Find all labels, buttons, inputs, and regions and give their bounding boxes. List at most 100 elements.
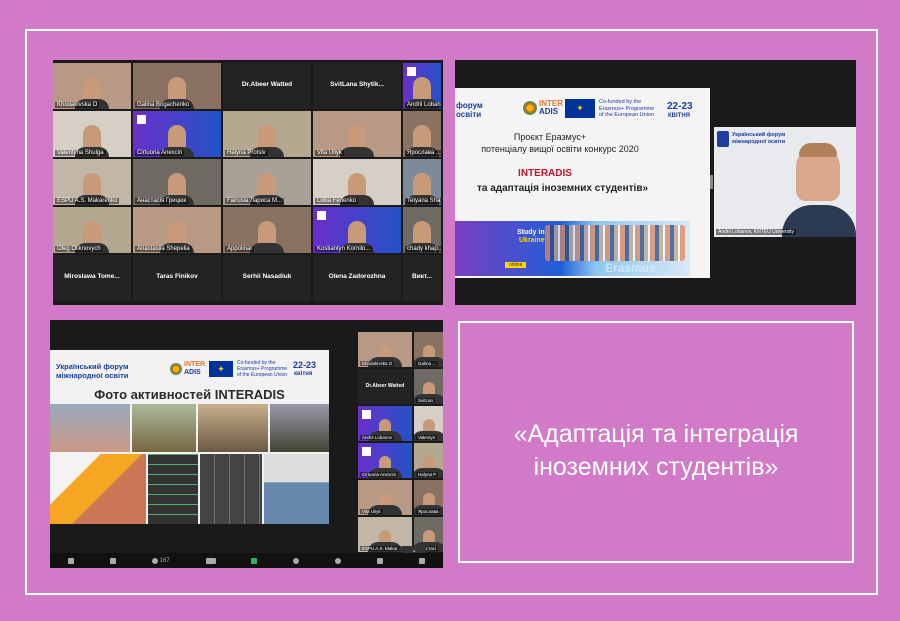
participant-name: Dr.Abeer Watted — [365, 383, 405, 389]
forum-logo-icon — [362, 447, 371, 456]
side-participant-tile[interactable]: Ярослава — [414, 480, 443, 515]
participant-name: Анастасія Грицюк — [135, 198, 189, 204]
participant-tile[interactable]: Cirtuoria Anexcin — [133, 111, 221, 157]
participant-tile[interactable]: Olena Zadorozhna — [313, 255, 401, 301]
photo-8 — [264, 454, 329, 524]
forum-logo-icon — [407, 67, 416, 76]
slide-bottom: Український форум міжнародної освіти INT… — [50, 350, 329, 524]
sun-icon — [523, 101, 537, 115]
speaker-name: Andrii Lobanov, KNTEU University — [716, 229, 797, 235]
participant-tile[interactable]: Valentyna Shulga — [53, 111, 131, 157]
side-participant-tile[interactable]: Valentyn — [414, 406, 443, 441]
cofund-text-bottom: Co-funded by the Erasmus+ Programme of t… — [237, 360, 288, 378]
quote-box: «Адаптація та інтеграція іноземних студе… — [458, 321, 854, 563]
side-participant-tile[interactable]: Cirtuoria Anexcin — [358, 443, 412, 478]
participant-tile[interactable]: Appolinar — [223, 207, 311, 253]
participant-tile[interactable]: Miroslawa Tome... — [53, 255, 131, 301]
more-icon[interactable] — [418, 557, 425, 564]
participant-body — [250, 243, 284, 253]
participant-grid: Khodakivska O Galina Bogachenko Dr.Abeer W… — [53, 63, 443, 305]
participant-name: Khodakivska O — [55, 102, 100, 108]
participant-tile[interactable]: Анастасія Грицюк — [133, 159, 221, 205]
online-badge: online — [505, 262, 527, 268]
participant-name: Dr.Abeer Watted — [241, 81, 293, 89]
side-participant-tile[interactable]: Halyna P — [414, 443, 443, 478]
participant-tile[interactable]: Lidiia Fedenko — [313, 159, 401, 205]
side-participant-tile[interactable]: Dr.Abeer Watted — [358, 369, 412, 404]
participant-name: Halyna Protsiv — [225, 150, 268, 156]
participant-tile[interactable]: Halyna Protsiv — [223, 111, 311, 157]
date-number-bottom: 22-23 — [293, 360, 317, 370]
participant-name: Taras Finikov — [156, 273, 198, 281]
study-ukraine-text: Ukraine — [519, 237, 545, 244]
participant-tile[interactable]: Andrii Lobanov — [403, 63, 441, 109]
participant-tile[interactable]: Fairusia Лариса М... — [223, 159, 311, 205]
mic-icon[interactable] — [67, 557, 74, 564]
participant-name: chady khap... — [405, 246, 441, 252]
slide-bottom-forum: Український форум міжнародної освіти — [56, 362, 129, 380]
side-participant-tile[interactable]: Khodakivska O — [358, 332, 412, 367]
participant-tile[interactable]: SvitLana Shytik... — [313, 63, 401, 109]
video-icon[interactable] — [109, 557, 116, 564]
side-participant-tile[interactable]: Vita Uliyk — [358, 480, 412, 515]
divider-handle[interactable] — [710, 175, 713, 189]
participant-tile[interactable]: Anastasiia Shepelia — [133, 207, 221, 253]
speaker-org: Український форум міжнародної освіти — [732, 132, 786, 145]
participant-tile[interactable]: Serhii Nasadiuk — [223, 255, 311, 301]
speaker-hair — [799, 143, 837, 157]
participant-name: Miroslawa Tome... — [64, 273, 120, 281]
eu-flag-icon: ✦ — [565, 99, 595, 118]
photo-4 — [270, 404, 329, 452]
side-participant-tile[interactable]: SvitLan — [414, 369, 443, 404]
side-participant-grid: Khodakivska O Galina ... Dr.Abeer Watted Sv… — [358, 332, 443, 557]
forum-logo-icon — [317, 211, 326, 220]
study-in-text: Study in — [517, 229, 545, 236]
erasmus-watermark: Erasmus — [605, 261, 656, 275]
chat-icon[interactable] — [205, 557, 216, 564]
participant-name: Galina ... — [416, 361, 439, 366]
participant-tile[interactable]: Galina Bogachenko — [133, 63, 221, 109]
side-participant-tile[interactable]: Andrii Lobanov — [358, 406, 412, 441]
participant-tile[interactable]: ESPU A.S. Makarenko — [53, 159, 131, 205]
participant-name: ESPU A.S. Makar... — [360, 546, 404, 551]
participants-icon[interactable]: 167 — [151, 557, 170, 564]
participant-tile[interactable]: Dr.Abeer Watted — [223, 63, 311, 109]
participant-name: Fairusia Лариса М... — [225, 198, 284, 204]
participant-tile[interactable]: Tetyana Sha... — [403, 159, 441, 205]
participant-tile[interactable]: Oleg Oliknovych — [53, 207, 131, 253]
apps-icon[interactable] — [377, 557, 384, 564]
participant-name: SvitLana Shytik... — [330, 81, 384, 89]
participant-name: Halyna P — [416, 472, 439, 477]
cofund-text: Co-funded by the Erasmus+ Programme of t… — [599, 99, 655, 118]
photo-6 — [148, 454, 198, 524]
participant-tile[interactable]: Taras Finikov — [133, 255, 221, 301]
photo-2 — [132, 404, 196, 452]
participant-name: Lidiia Fedenko — [315, 198, 359, 204]
participants-count: 167 — [159, 557, 170, 564]
participant-name: Serhii Nasadiuk — [242, 273, 292, 281]
participant-tile[interactable]: Vita Uliyk — [313, 111, 401, 157]
side-participant-tile[interactable]: Galina ... — [414, 332, 443, 367]
participant-tile[interactable]: Khodakivska O — [53, 63, 131, 109]
reactions-icon[interactable] — [335, 557, 342, 564]
participant-name: Appolinar — [225, 246, 255, 252]
participant-name: Vita Uliyk — [360, 509, 383, 514]
record-icon[interactable] — [293, 557, 300, 564]
participant-tile[interactable]: Kostiantyn Kornilo... — [313, 207, 401, 253]
photo-collage — [50, 404, 329, 524]
eu-flag-icon: ✦ — [209, 361, 233, 377]
participant-name: SvitLan — [416, 398, 436, 403]
participant-name: Vita Uliyk — [315, 150, 344, 156]
forum-logo-icon — [137, 115, 146, 124]
participant-name: ESPU A.S. Makarenko — [55, 198, 120, 204]
participant-tile[interactable]: Ярослава ... — [403, 111, 441, 157]
logo-adis: ADIS — [539, 107, 559, 116]
slide-top: форум освіти INTER ADIS ✦ Co-funded by t… — [455, 88, 710, 278]
participant-tile[interactable]: Викт... — [403, 255, 441, 301]
share-screen-icon[interactable] — [251, 557, 258, 564]
participant-name: Olena Zadorozhna — [328, 273, 386, 281]
participant-tile[interactable]: chady khap... — [403, 207, 441, 253]
slide-forum-text: форум освіти — [456, 101, 483, 119]
sun-icon — [170, 363, 182, 375]
slide-line-1: Проєкт Еразмус+ — [513, 132, 587, 142]
